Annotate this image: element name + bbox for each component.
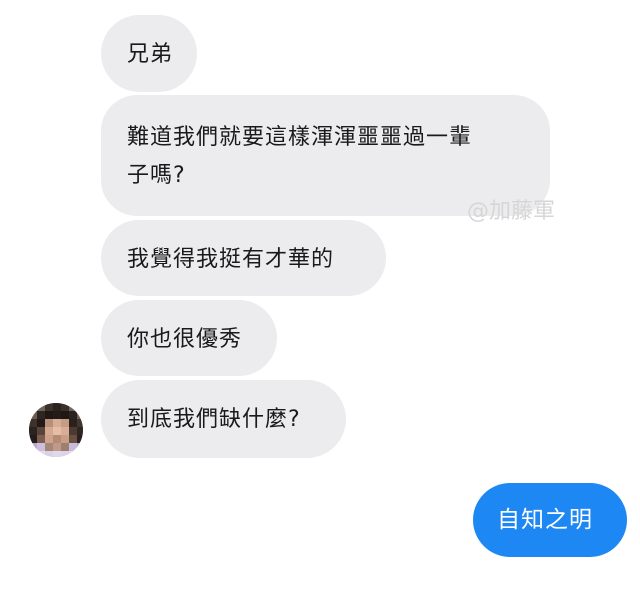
message-text-line-1: 難道我們就要這樣渾渾噩噩過一輩 xyxy=(127,125,473,150)
chat-thread: 兄弟 難道我們就要這樣渾渾噩噩過一輩 子嗎? @加藤軍 我覺得我挺有才華的 你也… xyxy=(0,0,640,603)
sender-avatar[interactable] xyxy=(29,403,83,457)
received-message-5: 到底我們缺什麼? xyxy=(101,380,346,458)
sent-message-1: 自知之明 xyxy=(473,483,627,557)
message-text: 你也很優秀 xyxy=(127,327,243,352)
message-text: 自知之明 xyxy=(497,507,593,533)
received-message-3: 我覺得我挺有才華的 xyxy=(101,220,386,296)
watermark: @加藤軍 xyxy=(467,199,556,224)
message-text-line-2: 子嗎? xyxy=(127,163,186,188)
received-message-4: 你也很優秀 xyxy=(101,300,277,376)
message-text: 到底我們缺什麼? xyxy=(127,407,301,432)
received-message-1: 兄弟 xyxy=(101,15,197,92)
message-text: 我覺得我挺有才華的 xyxy=(127,247,335,272)
message-text: 兄弟 xyxy=(127,42,174,67)
